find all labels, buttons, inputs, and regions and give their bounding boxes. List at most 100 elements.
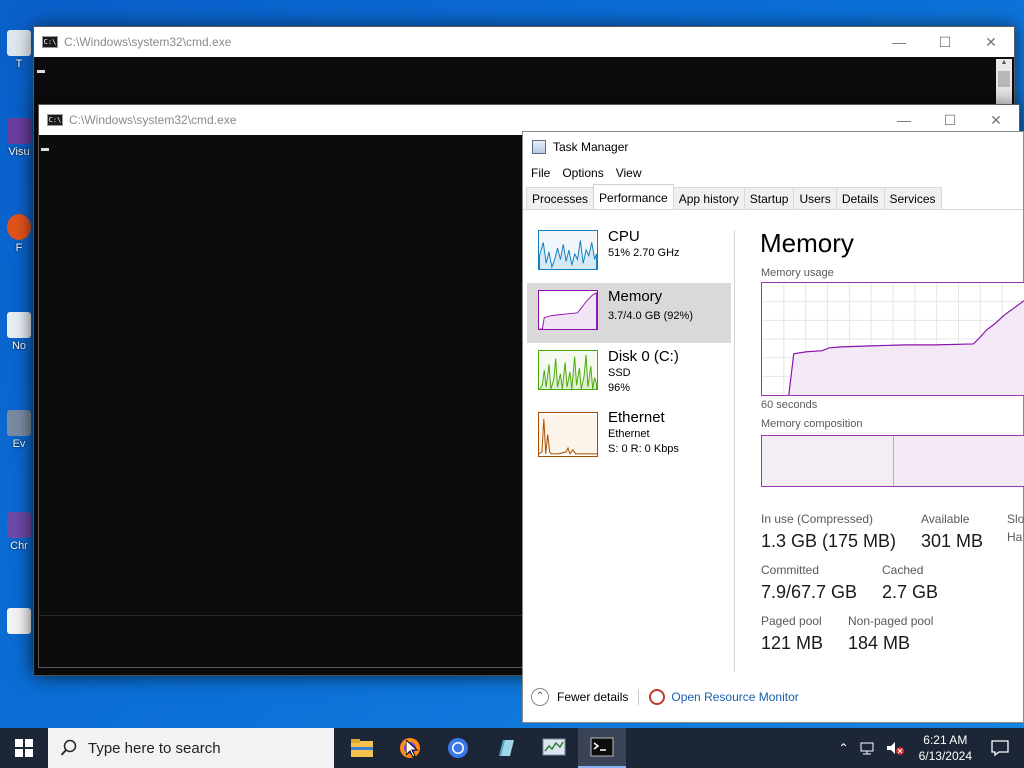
menu-file[interactable]: File bbox=[525, 166, 556, 180]
tab-app-history[interactable]: App history bbox=[672, 187, 745, 209]
desktop-icon-notepad[interactable]: No bbox=[4, 312, 34, 352]
taskbar: Type here to search ⌃ 6:21 AM 6/13/2024 bbox=[0, 728, 1024, 768]
desktop-icon-firefox[interactable]: F bbox=[4, 214, 34, 254]
resource-detail: SSD bbox=[608, 367, 631, 379]
memory-title: Memory bbox=[760, 228, 854, 258]
maximize-button[interactable]: ☐ bbox=[927, 112, 973, 129]
folder-icon bbox=[351, 739, 373, 757]
resource-ethernet[interactable]: Ethernet Ethernet S: 0 R: 0 Kbps bbox=[527, 409, 731, 469]
desktop-icon-chrome[interactable]: Chr bbox=[4, 512, 34, 552]
text-cursor bbox=[41, 148, 49, 151]
desktop-icon-recycle[interactable]: T bbox=[4, 30, 34, 70]
memory-mini-graph bbox=[538, 290, 598, 330]
resource-detail: 3.7/4.0 GB (92%) bbox=[608, 310, 693, 322]
recycle-bin-icon bbox=[7, 30, 31, 56]
desktop-icon-file[interactable] bbox=[4, 608, 34, 636]
system-tray: ⌃ 6:21 AM 6/13/2024 bbox=[833, 728, 1024, 768]
clock-time: 6:21 AM bbox=[923, 733, 968, 747]
chevron-up-icon[interactable]: ⌃ bbox=[531, 688, 549, 706]
memory-composition-bar bbox=[761, 435, 1024, 487]
taskbar-file-explorer[interactable] bbox=[338, 728, 386, 768]
slots-value: Ha bbox=[1007, 530, 1023, 544]
resource-detail: 96% bbox=[608, 382, 631, 394]
taskbar-chrome[interactable] bbox=[434, 728, 482, 768]
footer-separator bbox=[638, 689, 640, 705]
scrollbar-thumb[interactable] bbox=[998, 71, 1010, 87]
task-manager-icon bbox=[542, 738, 566, 756]
search-placeholder: Type here to search bbox=[88, 739, 221, 757]
taskbar-clock[interactable]: 6:21 AM 6/13/2024 bbox=[919, 732, 972, 764]
in-use-segment bbox=[762, 436, 894, 486]
resource-name: Memory bbox=[608, 288, 663, 305]
cmd-back-title: C:\Windows\system32\cmd.exe bbox=[64, 35, 232, 49]
desktop-icon-vscode[interactable]: Visu bbox=[4, 118, 34, 158]
disk-mini-graph bbox=[538, 350, 598, 390]
tab-users[interactable]: Users bbox=[793, 187, 837, 209]
close-button[interactable]: ✕ bbox=[973, 112, 1019, 129]
scrollbar[interactable]: ▲ bbox=[996, 59, 1012, 105]
cmd-icon bbox=[590, 737, 614, 757]
resource-disk[interactable]: Disk 0 (C:) SSD 96% bbox=[527, 343, 731, 403]
panel-divider bbox=[734, 230, 735, 672]
tab-performance[interactable]: Performance bbox=[593, 184, 674, 208]
tab-processes[interactable]: Processes bbox=[526, 187, 595, 209]
fewer-details-link[interactable]: Fewer details bbox=[557, 690, 628, 704]
menu-view[interactable]: View bbox=[610, 166, 648, 180]
cmd-back-titlebar[interactable]: C:\ C:\Windows\system32\cmd.exe — ☐ ✕ bbox=[34, 27, 1014, 57]
resource-name: Ethernet bbox=[608, 409, 665, 426]
cpu-mini-graph bbox=[538, 230, 598, 270]
committed-value: 7.9/67.7 GB bbox=[761, 582, 858, 602]
vscode-icon bbox=[7, 118, 31, 144]
available-value: 301 MB bbox=[921, 531, 984, 551]
tab-details[interactable]: Details bbox=[835, 187, 885, 209]
task-manager-titlebar[interactable]: Task Manager bbox=[523, 132, 1023, 162]
cached-value: 2.7 GB bbox=[882, 582, 939, 602]
windows-logo-icon bbox=[15, 739, 33, 757]
event-viewer-icon bbox=[7, 410, 31, 436]
resource-detail: 51% 2.70 GHz bbox=[608, 247, 680, 259]
menu-options[interactable]: Options bbox=[556, 166, 609, 180]
tab-startup[interactable]: Startup bbox=[743, 187, 795, 209]
notifications-icon[interactable] bbox=[990, 739, 1010, 757]
mouse-cursor-icon bbox=[406, 740, 418, 758]
taskbar-search-box[interactable]: Type here to search bbox=[48, 728, 334, 768]
non-paged-pool-value: 184 MB bbox=[848, 633, 911, 653]
menu-bar: File Options View bbox=[523, 162, 1023, 184]
start-button[interactable] bbox=[0, 728, 48, 768]
file-icon bbox=[7, 608, 31, 634]
close-button[interactable]: ✕ bbox=[968, 34, 1014, 51]
taskbar-app-blue[interactable] bbox=[482, 728, 530, 768]
chevron-up-icon[interactable]: ⌃ bbox=[839, 741, 849, 755]
task-manager-window[interactable]: Task Manager File Options View Processes… bbox=[522, 131, 1024, 723]
resource-cpu[interactable]: CPU 51% 2.70 GHz bbox=[527, 223, 731, 283]
volume-muted-icon[interactable] bbox=[885, 740, 905, 756]
minimize-button[interactable]: — bbox=[881, 112, 927, 129]
resource-memory[interactable]: Memory 3.7/4.0 GB (92%) bbox=[527, 283, 731, 343]
taskbar-task-manager[interactable] bbox=[530, 728, 578, 768]
task-manager-icon bbox=[532, 140, 546, 154]
app-icon bbox=[499, 740, 514, 756]
resource-detail: Ethernet bbox=[608, 428, 650, 440]
open-resource-monitor-link[interactable]: Open Resource Monitor bbox=[671, 690, 798, 704]
task-manager-title: Task Manager bbox=[553, 140, 629, 154]
taskbar-cmd[interactable] bbox=[578, 728, 626, 768]
tab-strip: Processes Performance App history Startu… bbox=[526, 184, 942, 209]
resource-detail: S: 0 R: 0 Kbps bbox=[608, 443, 679, 455]
resource-name: CPU bbox=[608, 228, 640, 245]
performance-panel: CPU 51% 2.70 GHz Memory 3.7/4.0 GB (92%)… bbox=[523, 209, 1024, 722]
network-icon[interactable] bbox=[859, 740, 877, 756]
maximize-button[interactable]: ☐ bbox=[922, 34, 968, 51]
search-icon bbox=[60, 739, 77, 756]
desktop-icon-event-viewer[interactable]: Ev bbox=[4, 410, 34, 450]
clock-date: 6/13/2024 bbox=[918, 749, 972, 763]
minimize-button[interactable]: — bbox=[876, 34, 922, 51]
task-manager-footer: ⌃ Fewer details Open Resource Monitor bbox=[531, 688, 799, 706]
text-cursor bbox=[37, 70, 45, 73]
memory-usage-label: Memory usage bbox=[761, 267, 834, 279]
chrome-icon bbox=[448, 738, 468, 758]
in-use-label: In use (Compressed) bbox=[761, 512, 874, 526]
tab-services[interactable]: Services bbox=[883, 187, 942, 209]
in-use-value: 1.3 GB (175 MB) bbox=[761, 531, 897, 551]
notepad-icon bbox=[7, 312, 31, 338]
slots-label: Slo bbox=[1007, 512, 1024, 526]
